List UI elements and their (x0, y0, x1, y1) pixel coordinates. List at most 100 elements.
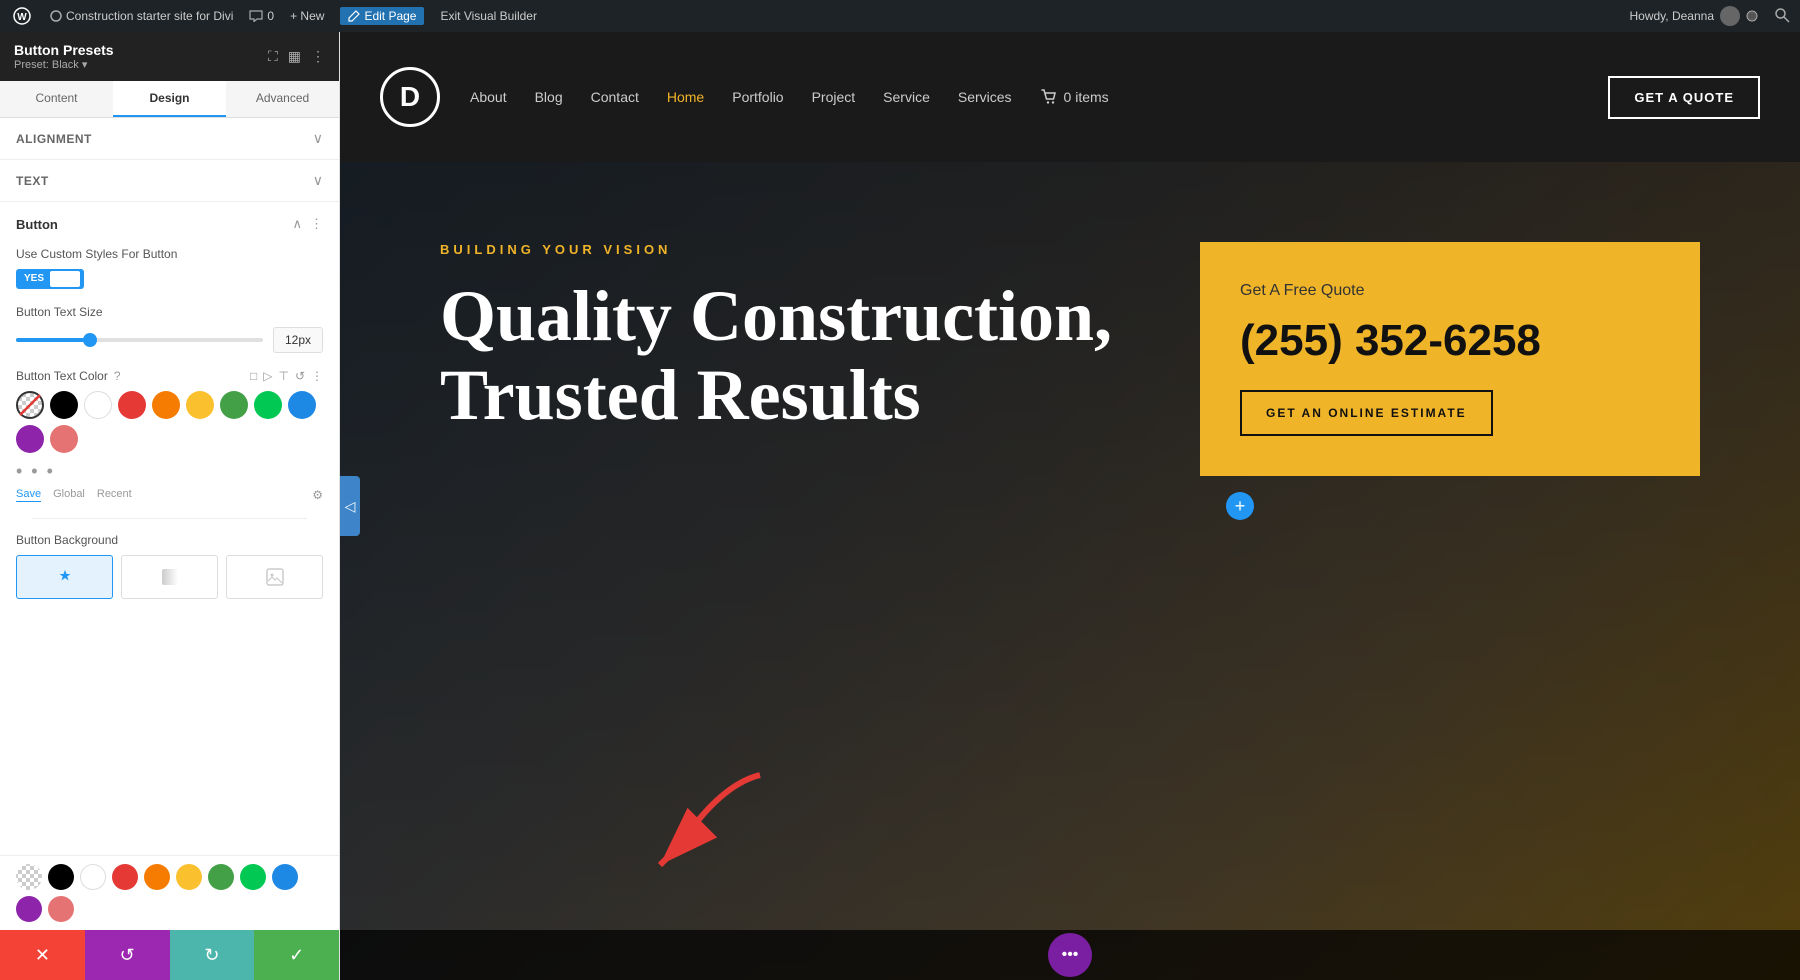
divi-panel-toggle[interactable]: ◁ (340, 476, 360, 536)
color-tablet-icon[interactable]: ▷ (263, 369, 272, 383)
color-reset-icon[interactable]: ↺ (295, 369, 305, 383)
hero-title: Quality Construction,Trusted Results (440, 277, 1140, 435)
button-more-icon[interactable]: ⋮ (310, 216, 323, 232)
admin-search-icon[interactable] (1774, 7, 1790, 26)
color-help-icon[interactable]: ? (114, 369, 121, 383)
panel-more-icon[interactable]: ⋮ (311, 48, 325, 65)
nav-contact[interactable]: Contact (591, 89, 639, 105)
slider-container: 12px (16, 327, 323, 353)
bottom-swatch-white[interactable] (80, 864, 106, 890)
redo-button[interactable]: ↻ (170, 930, 255, 980)
nav-service[interactable]: Service (883, 89, 930, 105)
button-background-row: Button Background (16, 533, 323, 599)
nav-project[interactable]: Project (812, 89, 856, 105)
bottom-swatch-orange[interactable] (144, 864, 170, 890)
undo-button[interactable]: ↺ (85, 930, 170, 980)
quote-card-label: Get A Free Quote (1240, 282, 1660, 300)
panel-fullscreen-icon[interactable]: ⛶ (268, 48, 278, 65)
color-swatches-top (16, 391, 323, 453)
cancel-button[interactable]: ✕ (0, 930, 85, 980)
nav-home[interactable]: Home (667, 89, 704, 105)
bg-option-gradient[interactable] (121, 555, 218, 599)
nav-blog[interactable]: Blog (535, 89, 563, 105)
add-content-button[interactable]: + (1226, 492, 1254, 520)
color-tab-saved[interactable]: Save (16, 488, 41, 502)
main-container: Button Presets Preset: Black ▾ ⛶ ▦ ⋮ Con… (0, 32, 1800, 980)
slider-value[interactable]: 12px (273, 327, 323, 353)
save-button[interactable]: ✓ (254, 930, 339, 980)
color-swatch-green2[interactable] (254, 391, 282, 419)
color-swatch-transparent[interactable] (16, 391, 44, 419)
color-swatch-orange[interactable] (152, 391, 180, 419)
custom-styles-toggle[interactable]: YES (16, 269, 84, 289)
text-size-slider[interactable] (16, 338, 263, 342)
bg-option-color[interactable] (16, 555, 113, 599)
toggle-yes-label: YES (20, 271, 48, 286)
nav-about[interactable]: About (470, 89, 507, 105)
button-background-label: Button Background (16, 533, 323, 547)
color-swatch-red[interactable] (118, 391, 146, 419)
color-tab-global[interactable]: Global (53, 488, 85, 502)
button-text-size-label: Button Text Size (16, 305, 323, 319)
bottom-swatch-red[interactable] (112, 864, 138, 890)
wp-logo-icon[interactable]: W (10, 4, 34, 28)
website-background: D About Blog Contact Home Portfolio Proj… (340, 32, 1800, 980)
color-tab-recent[interactable]: Recent (97, 488, 132, 502)
button-text-color-label: Button Text Color ? □ ▷ ⊤ ↺ ⋮ (16, 369, 323, 383)
nav-cart[interactable]: 0 items (1040, 88, 1109, 106)
admin-site-name[interactable]: Construction starter site for Divi (50, 9, 233, 23)
color-more-icon[interactable]: ⋮ (311, 369, 323, 383)
bottom-color-row (0, 855, 339, 930)
quote-phone: (255) 352-6258 (1240, 316, 1660, 366)
bottom-toolbar: ✕ ↺ ↻ ✓ (0, 930, 339, 980)
text-label: Text (16, 174, 49, 188)
bottom-swatch-black[interactable] (48, 864, 74, 890)
color-swatch-purple[interactable] (16, 425, 44, 453)
bottom-swatch-blue[interactable] (272, 864, 298, 890)
bottom-swatch-transparent[interactable] (16, 864, 42, 890)
admin-exit-builder-button[interactable]: Exit Visual Builder (440, 9, 537, 23)
bottom-swatch-purple[interactable] (16, 896, 42, 922)
separator1 (32, 518, 307, 519)
toggle-slider (50, 271, 80, 287)
panel-header: Button Presets Preset: Black ▾ ⛶ ▦ ⋮ (0, 32, 339, 81)
panel-columns-icon[interactable]: ▦ (288, 48, 301, 65)
bottom-swatch-yellow[interactable] (176, 864, 202, 890)
color-swatch-white[interactable] (84, 391, 112, 419)
button-section: Button ∧ ⋮ Use Custom Styles For Button … (0, 202, 339, 629)
nav-portfolio[interactable]: Portfolio (732, 89, 783, 105)
color-tab-settings-icon[interactable]: ⚙ (312, 488, 323, 502)
site-header: D About Blog Contact Home Portfolio Proj… (340, 32, 1800, 162)
color-swatch-pink[interactable] (50, 425, 78, 453)
color-swatch-yellow[interactable] (186, 391, 214, 419)
admin-edit-page-button[interactable]: Edit Page (340, 7, 424, 25)
bg-option-image[interactable] (226, 555, 323, 599)
bg-options (16, 555, 323, 599)
bottom-swatch-green[interactable] (208, 864, 234, 890)
quote-card: Get A Free Quote (255) 352-6258 GET AN O… (1200, 242, 1700, 476)
color-phone-icon[interactable]: ⊤ (278, 369, 288, 383)
button-collapse-icon[interactable]: ∧ (292, 216, 302, 232)
color-swatch-blue[interactable] (288, 391, 316, 419)
divi-bottom-bar: ••• (340, 930, 1800, 980)
admin-comments[interactable]: 0 (249, 9, 274, 23)
get-quote-button[interactable]: GET A QUOTE (1608, 76, 1760, 119)
more-dots[interactable]: • • • (16, 461, 323, 482)
slider-thumb[interactable] (83, 333, 97, 347)
color-swatch-green[interactable] (220, 391, 248, 419)
alignment-section-header[interactable]: Alignment ∨ (0, 118, 339, 160)
tab-design[interactable]: Design (113, 81, 226, 117)
divi-options-button[interactable]: ••• (1048, 933, 1092, 977)
text-section-header[interactable]: Text ∨ (0, 160, 339, 202)
panel-header-icons: ⛶ ▦ ⋮ (268, 48, 325, 65)
bottom-swatch-green2[interactable] (240, 864, 266, 890)
tab-content[interactable]: Content (0, 81, 113, 117)
button-text-size-row: Button Text Size 12px (16, 305, 323, 353)
color-desktop-icon[interactable]: □ (250, 369, 257, 383)
estimate-button[interactable]: GET AN ONLINE ESTIMATE (1240, 390, 1493, 436)
admin-new-button[interactable]: + New (290, 9, 324, 23)
bottom-swatch-pink[interactable] (48, 896, 74, 922)
color-swatch-black[interactable] (50, 391, 78, 419)
nav-services[interactable]: Services (958, 89, 1012, 105)
tab-advanced[interactable]: Advanced (226, 81, 339, 117)
